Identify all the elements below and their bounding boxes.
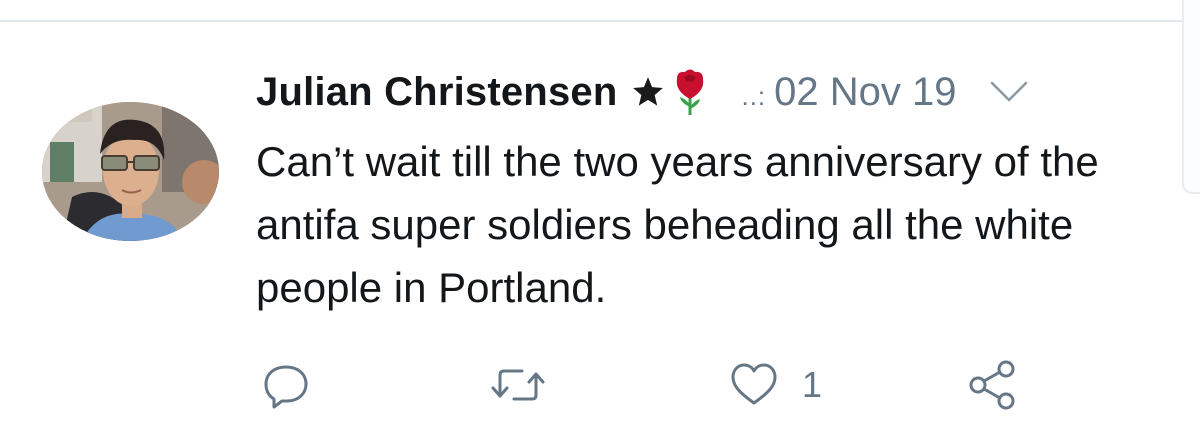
retweet-button[interactable] [488,360,548,410]
tweet-header: Julian Christensen ..: 02 Nov 19 [256,60,1176,124]
top-divider [0,20,1185,22]
star-icon [631,75,665,109]
rose-icon [673,67,707,117]
scrollbar-edge[interactable] [1182,0,1200,194]
share-icon [966,359,1022,411]
tweet-text: Can’t wait till the two years anniversar… [256,138,1099,311]
author-name[interactable]: Julian Christensen [256,70,617,115]
avatar[interactable] [42,102,219,241]
share-button[interactable] [966,360,1022,410]
like-count: 1 [802,364,823,405]
chevron-down-icon[interactable] [989,79,1029,105]
reply-icon [260,359,312,411]
like-button[interactable]: 1 [728,360,822,410]
dots-separator: ..: [741,80,767,111]
reply-button[interactable] [260,360,312,410]
tweet-actions: 1 [260,360,1040,410]
heart-icon [728,359,780,411]
avatar-photo [42,102,219,241]
timestamp[interactable]: 02 Nov 19 [774,70,956,115]
retweet-icon [488,359,548,411]
tweet: Julian Christensen ..: 02 Nov 19 Can’t w… [256,60,1176,319]
